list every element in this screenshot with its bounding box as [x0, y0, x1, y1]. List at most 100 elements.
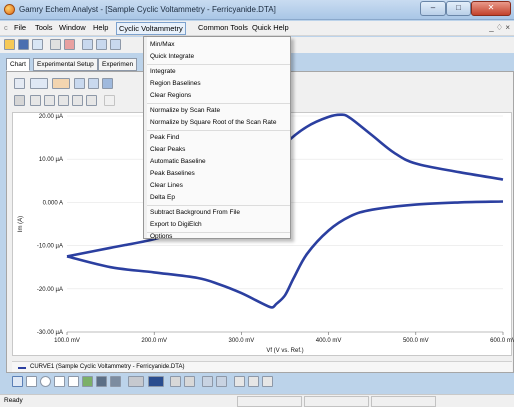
note-tool-icon[interactable]	[110, 376, 121, 387]
menu-separator	[147, 64, 290, 65]
send-back-icon[interactable]	[216, 376, 227, 387]
x-tick-label: 300.0 mV	[229, 338, 255, 344]
axis-y-icon[interactable]	[44, 95, 55, 106]
zoom-restore-icon[interactable]	[88, 78, 99, 89]
tile-horizontal-icon[interactable]	[82, 39, 93, 50]
chart-type-dropdown-icon[interactable]	[30, 78, 48, 89]
menu-item-subtract-background[interactable]: Subtract Background From File	[147, 208, 290, 218]
app-icon	[4, 4, 15, 15]
menu-window[interactable]: Window	[59, 23, 86, 32]
menu-item-normalize-scan-rate[interactable]: Normalize by Scan Rate	[147, 106, 290, 116]
ellipse-tool-icon[interactable]	[40, 376, 51, 387]
report-icon[interactable]	[64, 39, 75, 50]
x-tick-label: 400.0 mV	[316, 338, 342, 344]
window-title: Gamry Echem Analyst - [Sample Cyclic Vol…	[19, 5, 276, 14]
x-tick-label: 600.0 mV	[490, 338, 514, 344]
menu-item-delta-ep[interactable]: Delta Ep	[147, 193, 290, 203]
menu-bar: c File Tools Window Help Cyclic Voltamme…	[0, 21, 514, 36]
rectangle-tool-icon[interactable]	[26, 376, 37, 387]
chart-icon[interactable]	[32, 39, 43, 50]
table-view-icon[interactable]	[14, 95, 25, 106]
status-bar: Ready	[0, 394, 514, 407]
line-tool-icon[interactable]	[54, 376, 65, 387]
mdi-child-icon[interactable]: c	[4, 23, 8, 32]
line-color-icon[interactable]	[148, 376, 164, 387]
paste-tool-icon[interactable]	[184, 376, 195, 387]
y-tick-label: 0.000 A	[43, 200, 63, 206]
close-button[interactable]: ✕	[471, 1, 511, 16]
align-left-icon[interactable]	[234, 376, 245, 387]
grid-toggle-icon[interactable]	[102, 78, 113, 89]
copy-tool-icon[interactable]	[170, 376, 181, 387]
menu-tools[interactable]: Tools	[35, 23, 53, 32]
menu-quick-help[interactable]: Quick Help	[252, 23, 289, 32]
align-center-icon[interactable]	[248, 376, 259, 387]
menu-item-min-max[interactable]: Min/Max	[147, 40, 290, 50]
fill-color-icon[interactable]	[128, 376, 144, 387]
menu-item-region-baselines[interactable]: Region Baselines	[147, 79, 290, 89]
menu-item-quick-integrate[interactable]: Quick Integrate	[147, 52, 290, 62]
axis-scale-icon[interactable]	[72, 95, 83, 106]
menu-item-integrate[interactable]: Integrate	[147, 67, 290, 77]
menu-cyclic-voltammetry[interactable]: Cyclic Voltammetry	[116, 22, 186, 35]
menu-item-peak-find[interactable]: Peak Find	[147, 133, 290, 143]
curve1-legend-label[interactable]: CURVE1 (Sample Cyclic Voltammetry - Ferr…	[30, 362, 184, 373]
chart-tools-toolbar	[12, 374, 282, 388]
x-tick-label: 500.0 mV	[403, 338, 429, 344]
menu-item-normalize-sqrt-scan-rate[interactable]: Normalize by Square Root of the Scan Rat…	[147, 118, 290, 128]
cyclic-voltammetry-menu: Min/Max Quick Integrate Integrate Region…	[143, 36, 291, 240]
zoom-window-icon[interactable]	[74, 78, 85, 89]
arc-tool-icon[interactable]	[68, 376, 79, 387]
axis-options-icon[interactable]	[86, 95, 97, 106]
minimize-button[interactable]: –	[420, 1, 446, 16]
mdi-window-controls[interactable]: _ ♢ ×	[489, 23, 510, 32]
menu-item-options[interactable]: Options	[147, 233, 290, 240]
image-tool-icon[interactable]	[82, 376, 93, 387]
legend-bar: CURVE1 (Sample Cyclic Voltammetry - Ferr…	[12, 361, 512, 372]
axis-both-icon[interactable]	[58, 95, 69, 106]
tile-vertical-icon[interactable]	[96, 39, 107, 50]
x-tick-label: 200.0 mV	[141, 338, 167, 344]
status-cell-3	[371, 396, 436, 407]
menu-common-tools[interactable]: Common Tools	[198, 23, 248, 32]
y-tick-label: 10.00 µA	[39, 157, 63, 163]
y-tick-label: -20.00 µA	[37, 287, 63, 293]
curve1-legend-swatch	[18, 367, 26, 369]
menu-separator	[147, 103, 290, 104]
tab-chart[interactable]: Chart	[6, 58, 30, 71]
menu-item-automatic-baseline[interactable]: Automatic Baseline	[147, 157, 290, 167]
title-bar: Gamry Echem Analyst - [Sample Cyclic Vol…	[0, 0, 514, 20]
y-axis-label: Im (A)	[18, 216, 24, 232]
menu-item-clear-peaks[interactable]: Clear Peaks	[147, 145, 290, 155]
status-text: Ready	[4, 397, 23, 404]
cascade-icon[interactable]	[110, 39, 121, 50]
cursor-tool-icon[interactable]	[104, 95, 115, 106]
x-axis-label: Vf (V vs. Ref.)	[266, 348, 303, 354]
x-tick-label: 100.0 mV	[54, 338, 80, 344]
select-pointer-icon[interactable]	[12, 376, 23, 387]
maximize-button[interactable]: □	[446, 1, 471, 16]
tab-experimental-notes[interactable]: Experimen	[98, 58, 138, 71]
save-icon[interactable]	[18, 39, 29, 50]
y-tick-label: -30.00 µA	[37, 330, 63, 336]
status-cell-2	[304, 396, 369, 407]
status-cell-1	[237, 396, 302, 407]
tab-experimental-setup[interactable]: Experimental Setup	[33, 58, 98, 71]
menu-separator	[147, 130, 290, 131]
print-icon[interactable]	[50, 39, 61, 50]
menu-item-export-digielch[interactable]: Export to DigiElch	[147, 220, 290, 230]
menu-item-clear-regions[interactable]: Clear Regions	[147, 91, 290, 101]
menu-separator	[147, 205, 290, 206]
menu-item-peak-baselines[interactable]: Peak Baselines	[147, 169, 290, 179]
paint-dropdown-icon[interactable]	[52, 78, 70, 89]
menu-item-clear-lines[interactable]: Clear Lines	[147, 181, 290, 191]
grid-tool-icon[interactable]	[96, 376, 107, 387]
open-folder-icon[interactable]	[4, 39, 15, 50]
bring-front-icon[interactable]	[202, 376, 213, 387]
menu-file[interactable]: File	[14, 23, 26, 32]
menu-help[interactable]: Help	[93, 23, 108, 32]
align-right-icon[interactable]	[262, 376, 273, 387]
y-tick-label: 20.00 µA	[39, 114, 63, 120]
axis-x-icon[interactable]	[30, 95, 41, 106]
copy-chart-icon[interactable]	[14, 78, 25, 89]
